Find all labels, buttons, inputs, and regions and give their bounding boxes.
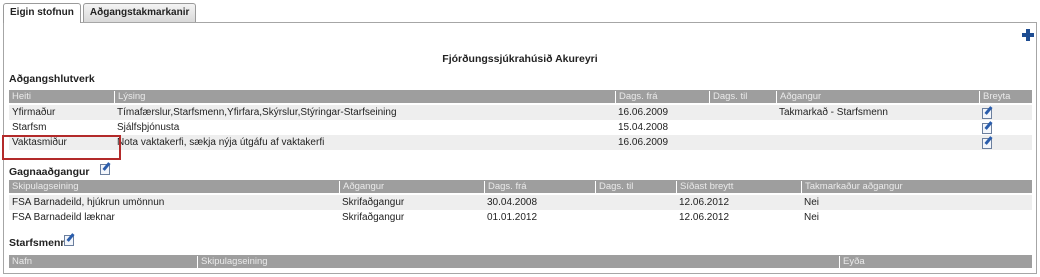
col-skipulagseining[interactable]: Skipulagseining (197, 256, 268, 268)
col-dags-fra[interactable]: Dags. frá (615, 91, 658, 103)
last-changed: 12.06.2012 (679, 197, 730, 208)
role-access: Takmarkað - Starfsmenn (779, 107, 888, 118)
table-row: Vaktasmiður Nota vaktakerfi, sækja nýja … (9, 135, 1032, 150)
col-nafn[interactable]: Nafn (9, 256, 32, 268)
edit-icon[interactable] (982, 107, 993, 119)
unit-name: FSA Barnadeild læknar (12, 212, 115, 223)
access-from: 01.01.2012 (487, 212, 538, 223)
col-dags-til[interactable]: Dags. til (595, 181, 633, 193)
access-from: 30.04.2008 (487, 197, 538, 208)
table-row: FSA Barnadeild læknar Skrifaðgangur 01.0… (9, 210, 1032, 225)
restricted-access: Nei (804, 197, 820, 208)
role-from: 16.06.2009 (618, 107, 669, 118)
role-name: Yfirmaður (12, 107, 56, 118)
roles-table-header: Heiti Lýsing Dags. frá Dags. til Aðgangu… (9, 90, 1032, 103)
col-eyda: Eyða (839, 256, 865, 268)
access-type: Skrifaðgangur (342, 212, 405, 223)
col-dags-fra[interactable]: Dags. frá (484, 181, 527, 193)
col-dags-til[interactable]: Dags. til (709, 91, 747, 103)
data-access-section-title: Gagnaaðgangur (9, 166, 90, 178)
role-description: Tímafærslur,Starfsmenn,Yfirfara,Skýrslur… (117, 107, 397, 118)
plus-icon[interactable] (1022, 29, 1034, 41)
table-row: Yfirmaður Tímafærslur,Starfsmenn,Yfirfar… (9, 105, 1032, 120)
data-access-table-header: Skipulagseining Aðgangur Dags. frá Dags.… (9, 180, 1032, 193)
col-adgangur[interactable]: Aðgangur (776, 91, 821, 103)
col-takmarkadur-adgangur[interactable]: Takmarkaður aðgangur (801, 181, 903, 193)
col-adgangur[interactable]: Aðgangur (339, 181, 384, 193)
unit-name: FSA Barnadeild, hjúkrun umönnun (12, 197, 165, 208)
edit-icon[interactable] (64, 234, 75, 246)
col-breyta: Breyta (979, 91, 1010, 103)
col-sidast-breytt[interactable]: Síðast breytt (676, 181, 733, 193)
edit-icon[interactable] (982, 122, 993, 134)
role-from: 15.04.2008 (618, 122, 669, 133)
col-lysing[interactable]: Lýsing (114, 91, 145, 103)
content-panel: Fjórðungssjúkrahúsið Akureyri Aðgangshlu… (3, 22, 1037, 274)
access-type: Skrifaðgangur (342, 197, 405, 208)
highlight-box (2, 135, 121, 160)
last-changed: 12.06.2012 (679, 212, 730, 223)
organization-title: Fjórðungssjúkrahúsið Akureyri (442, 53, 598, 65)
restricted-access: Nei (804, 212, 820, 223)
edit-icon[interactable] (982, 137, 993, 149)
tab-eigin-stofnun[interactable]: Eigin stofnun (3, 3, 81, 23)
role-from: 16.06.2009 (618, 137, 669, 148)
tab-bar: Eigin stofnun Aðgangstakmarkanir (3, 3, 198, 23)
role-name: Starfsm (12, 122, 47, 133)
roles-section-title: Aðgangshlutverk (9, 73, 95, 85)
table-row: Starfsm Sjálfsþjónusta 15.04.2008 (9, 120, 1032, 135)
col-heiti[interactable]: Heiti (9, 91, 31, 103)
col-skipulagseining[interactable]: Skipulagseining (9, 181, 79, 193)
edit-icon[interactable] (100, 163, 111, 175)
role-description: Nota vaktakerfi, sækja nýja útgáfu af va… (117, 137, 325, 148)
employees-table-header: Nafn Skipulagseining Eyða (9, 255, 1032, 268)
tab-adgangstakmarkanir[interactable]: Aðgangstakmarkanir (82, 3, 197, 22)
employees-section-title: Starfsmenn (9, 237, 67, 249)
role-description: Sjálfsþjónusta (117, 122, 180, 133)
table-row: FSA Barnadeild, hjúkrun umönnun Skrifaðg… (9, 195, 1032, 210)
